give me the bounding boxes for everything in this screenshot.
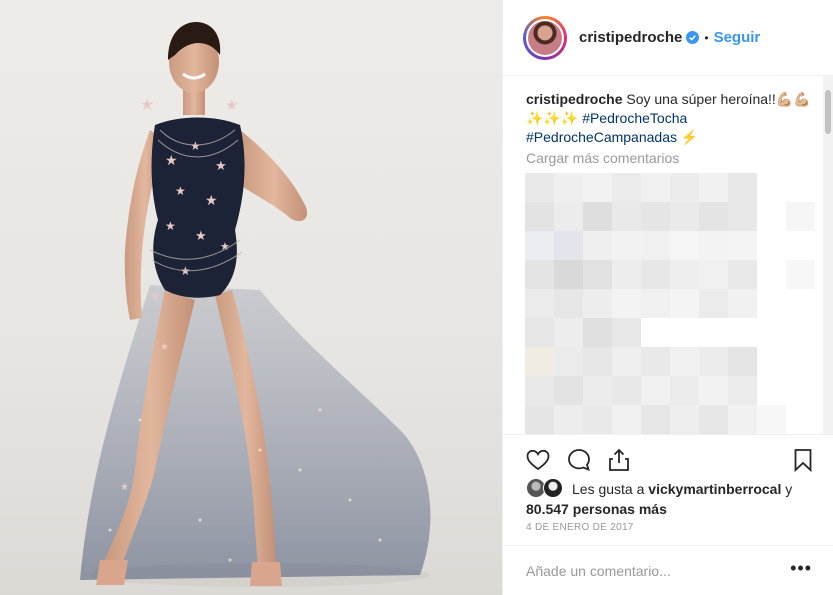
caption: cristipedroche Soy una súper heroína!!💪🏼… xyxy=(526,90,811,147)
load-more-comments[interactable]: Cargar más comentarios xyxy=(526,150,679,166)
comment-bubble-icon[interactable] xyxy=(566,447,592,473)
instagram-post: ★ ★ ★ ★ ★ ★ ★ ★ ★ ★ ★ ★ ★ ★ cristipedroc… xyxy=(0,0,833,595)
likes-middle: y xyxy=(781,481,793,497)
svg-text:★: ★ xyxy=(150,289,161,303)
bookmark-icon[interactable] xyxy=(790,447,816,473)
model-photo-illustration: ★★ ★★ ★★ ★★ ★★ ★★ ★★ xyxy=(80,22,431,587)
likes-count[interactable]: 80.547 personas más xyxy=(526,501,667,517)
comments-area[interactable]: cristipedroche Soy una súper heroína!!💪🏼… xyxy=(503,76,833,434)
avatar[interactable] xyxy=(523,15,567,60)
more-options-icon[interactable]: ••• xyxy=(790,558,812,579)
pixelated-comments xyxy=(525,173,815,434)
separator-dot: • xyxy=(704,30,709,45)
svg-text:★: ★ xyxy=(195,228,207,243)
post-side-panel: cristipedroche • Seguir cristipedroche S… xyxy=(502,0,833,595)
svg-text:★: ★ xyxy=(190,139,201,153)
likes-prefix: Les gusta a xyxy=(572,481,649,497)
svg-text:★: ★ xyxy=(205,192,218,208)
post-photo[interactable]: ★ ★ ★ ★ ★ ★ ★ ★ ★ ★ ★ ★ ★ ★ xyxy=(0,0,502,595)
svg-text:★: ★ xyxy=(160,342,169,353)
hashtag-link[interactable]: #PedrocheCampanadas xyxy=(526,129,677,145)
svg-text:★: ★ xyxy=(165,152,178,168)
avatar xyxy=(543,478,563,498)
svg-text:★: ★ xyxy=(165,219,176,233)
comments-scrollbar[interactable] xyxy=(823,76,833,434)
hashtag-link[interactable]: #PedrocheTocha xyxy=(582,110,687,126)
caption-emoji: ⚡️ xyxy=(677,129,699,145)
add-comment-input[interactable]: Añade un comentario... xyxy=(526,563,671,579)
share-icon[interactable] xyxy=(606,447,632,473)
verified-badge-icon xyxy=(686,31,700,44)
svg-text:★: ★ xyxy=(225,97,238,114)
avatar-image xyxy=(526,18,564,57)
heart-icon[interactable] xyxy=(525,447,551,473)
svg-text:★: ★ xyxy=(140,97,154,114)
svg-text:★: ★ xyxy=(120,482,129,493)
svg-text:★: ★ xyxy=(215,158,227,173)
username[interactable]: cristipedroche xyxy=(579,29,682,46)
post-header: cristipedroche • Seguir xyxy=(503,0,833,76)
likes-summary: Les gusta a vickymartinberrocal y 80.547… xyxy=(526,478,821,519)
scrollbar-thumb[interactable] xyxy=(825,90,831,134)
caption-username[interactable]: cristipedroche xyxy=(526,91,622,107)
post-date[interactable]: 4 DE ENERO DE 2017 xyxy=(526,522,634,533)
svg-text:★: ★ xyxy=(175,184,186,198)
follow-button[interactable]: Seguir xyxy=(714,29,761,46)
likers-avatars[interactable] xyxy=(526,478,566,498)
add-comment-bar: Añade un comentario... ••• xyxy=(503,545,833,595)
liker-username[interactable]: vickymartinberrocal xyxy=(648,481,781,497)
